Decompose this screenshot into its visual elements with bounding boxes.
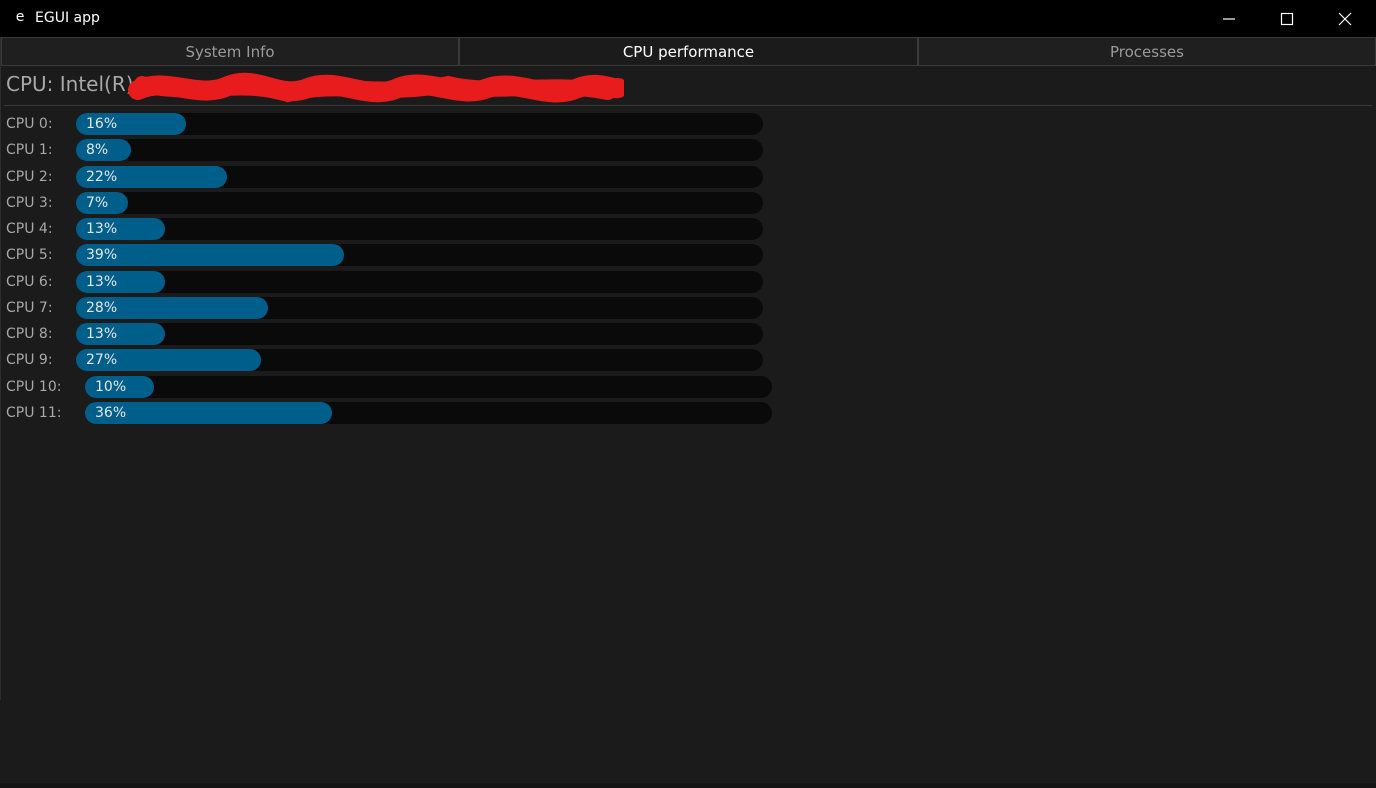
cpu-usage-bar: 16% <box>76 113 763 135</box>
cpu-usage-percent: 39% <box>86 247 118 263</box>
cpu-usage-percent: 8% <box>86 142 109 158</box>
tab-label: CPU performance <box>622 43 755 61</box>
cpu-usage-bar: 36% <box>85 402 772 424</box>
cpu-usage-bar: 39% <box>76 244 763 266</box>
cpu-usage-percent: 36% <box>95 405 127 421</box>
window-title: EGUI app <box>35 10 100 26</box>
cpu-usage-bar: 7% <box>76 192 763 214</box>
tab-processes[interactable]: Processes <box>918 37 1376 65</box>
cpu-usage-bar: 22% <box>76 166 763 188</box>
cpu-usage-bar: 13% <box>76 323 763 345</box>
cpu-usage-bar: 28% <box>76 297 763 319</box>
cpu-row: CPU 7: 28% <box>0 297 780 319</box>
tab-label: System Info <box>185 42 275 61</box>
header-separator <box>4 105 1372 106</box>
cpu-row: CPU 4: 13% <box>0 218 780 240</box>
tab-system-info[interactable]: System Info <box>1 37 459 65</box>
cpu-label: CPU 3: <box>6 195 53 211</box>
cpu-row: CPU 8: 13% <box>0 323 780 345</box>
tab-label: Processes <box>1110 42 1184 61</box>
redaction-scribble <box>128 72 624 103</box>
app-icon: e <box>15 9 25 25</box>
bottom-edge <box>0 783 1376 788</box>
maximize-button[interactable] <box>1258 0 1316 37</box>
close-button[interactable] <box>1316 0 1374 37</box>
tab-divider <box>0 65 1376 66</box>
cpu-label: CPU 11: <box>6 405 62 421</box>
cpu-row: CPU 11: 36% <box>0 402 780 424</box>
window-titlebar: e EGUI app <box>0 0 1376 37</box>
cpu-label: CPU 8: <box>6 326 53 342</box>
cpu-usage-percent: 13% <box>86 326 118 342</box>
cpu-usage-percent: 13% <box>86 274 118 290</box>
tab-bar: System Info CPU performance Processes <box>0 37 1376 66</box>
cpu-usage-bar: 27% <box>76 349 763 371</box>
tab-cpu-performance[interactable]: CPU performance <box>459 37 918 66</box>
maximize-icon <box>1280 12 1294 25</box>
cpu-row: CPU 0: 16% <box>0 113 780 135</box>
cpu-label: CPU 0: <box>6 116 53 132</box>
cpu-usage-percent: 27% <box>86 352 118 368</box>
cpu-usage-percent: 28% <box>86 300 118 316</box>
cpu-row: CPU 6: 13% <box>0 271 780 293</box>
cpu-usage-bar: 13% <box>76 271 763 293</box>
cpu-label: CPU 7: <box>6 300 53 316</box>
cpu-row: CPU 9: 27% <box>0 349 780 371</box>
cpu-row: CPU 1: 8% <box>0 139 780 161</box>
cpu-label: CPU 6: <box>6 274 53 290</box>
cpu-label: CPU 1: <box>6 142 53 158</box>
cpu-usage-percent: 7% <box>86 195 109 211</box>
cpu-usage-bar: 13% <box>76 218 763 240</box>
cpu-row: CPU 10: 10% <box>0 376 780 398</box>
cpu-label: CPU 2: <box>6 169 53 185</box>
cpu-row: CPU 2: 22% <box>0 166 780 188</box>
cpu-label: CPU 10: <box>6 379 62 395</box>
cpu-usage-percent: 13% <box>86 221 118 237</box>
close-icon <box>1338 12 1352 25</box>
cpu-label: CPU 9: <box>6 352 53 368</box>
cpu-usage-bar: 8% <box>76 139 763 161</box>
cpu-label: CPU 4: <box>6 221 53 237</box>
cpu-model-heading: CPU: Intel(R) <box>6 72 134 96</box>
minimize-icon <box>1223 17 1235 20</box>
cpu-row: CPU 5: 39% <box>0 244 780 266</box>
cpu-usage-percent: 22% <box>86 169 118 185</box>
cpu-label: CPU 5: <box>6 247 53 263</box>
minimize-button[interactable] <box>1200 0 1258 37</box>
cpu-row: CPU 3: 7% <box>0 192 780 214</box>
cpu-usage-percent: 10% <box>95 379 127 395</box>
cpu-usage-bar: 10% <box>85 376 772 398</box>
cpu-usage-percent: 16% <box>86 116 118 132</box>
